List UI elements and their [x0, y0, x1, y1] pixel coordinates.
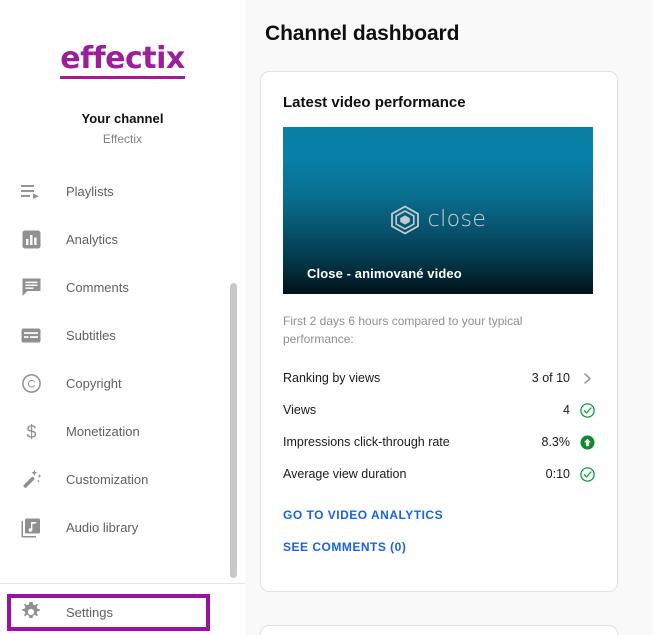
sidebar-item-settings[interactable]: Settings	[0, 589, 245, 635]
metric-label: Views	[283, 403, 317, 417]
sidebar-item-label: Subtitles	[66, 328, 116, 344]
metrics-list: Ranking by views 3 of 10 Views 4 Impress…	[283, 362, 595, 490]
close-brand-text: close	[427, 207, 487, 232]
your-channel-heading: Your channel	[81, 110, 164, 126]
playlists-icon	[18, 180, 44, 204]
metric-value: 4	[563, 403, 570, 417]
sidebar-nav: Playlists Analytics Comments Subtitles C…	[0, 168, 245, 552]
card-links: GO TO VIDEO ANALYTICS SEE COMMENTS (0)	[283, 508, 617, 554]
sidebar-item-label: Copyright	[66, 376, 122, 392]
sidebar-item-audio-library[interactable]: Audio library	[0, 504, 245, 552]
metric-row-views: Views 4	[283, 394, 595, 426]
see-comments-link[interactable]: SEE COMMENTS (0)	[283, 540, 617, 554]
sidebar-item-label: Playlists	[66, 184, 114, 200]
metric-value: 3 of 10	[531, 371, 570, 385]
sidebar-item-label: Monetization	[66, 424, 140, 440]
chevron-right-icon[interactable]	[580, 371, 595, 386]
latest-video-performance-card: Latest video performance close Close - a…	[260, 71, 618, 592]
sidebar-scrollbar-thumb[interactable]	[230, 283, 237, 578]
svg-text:C: C	[27, 379, 35, 391]
dollar-icon: $	[18, 420, 44, 444]
sidebar-item-comments[interactable]: Comments	[0, 264, 245, 312]
check-circle-outline-icon	[580, 402, 595, 418]
sidebar-item-customization[interactable]: Customization	[0, 456, 245, 504]
brand: effectix	[0, 0, 245, 79]
sidebar-item-label: Comments	[66, 280, 129, 296]
metric-value: 0:10	[545, 467, 570, 481]
magic-wand-icon	[18, 468, 44, 492]
sidebar-item-playlists[interactable]: Playlists	[0, 168, 245, 216]
sidebar-item-subtitles[interactable]: Subtitles	[0, 312, 245, 360]
go-to-video-analytics-link[interactable]: GO TO VIDEO ANALYTICS	[283, 508, 617, 522]
channel-block[interactable]: Your channel Effectix	[0, 111, 245, 146]
check-circle-outline-icon	[580, 466, 595, 482]
metric-label: Impressions click-through rate	[283, 435, 450, 449]
video-thumbnail[interactable]: close Close - animované video	[283, 127, 593, 294]
metric-label: Ranking by views	[283, 371, 381, 385]
analytics-icon	[18, 228, 44, 252]
next-card	[260, 625, 618, 635]
video-title: Close - animované video	[307, 266, 462, 281]
comments-icon	[18, 276, 44, 300]
sidebar-item-monetization[interactable]: $ Monetization	[0, 408, 245, 456]
settings-section: Settings	[0, 584, 245, 635]
sidebar-item-analytics[interactable]: Analytics	[0, 216, 245, 264]
page-title: Channel dashboard	[265, 22, 460, 45]
main-content: Channel dashboard Latest video performan…	[245, 0, 653, 635]
sidebar-item-label: Settings	[66, 604, 113, 620]
audio-library-icon	[18, 516, 44, 540]
sidebar: effectix Your channel Effectix Playlists…	[0, 0, 245, 635]
copyright-icon: C	[18, 372, 44, 396]
metric-row-ranking-by-views[interactable]: Ranking by views 3 of 10	[283, 362, 595, 394]
sidebar-item-label: Customization	[66, 472, 149, 488]
close-hexagon-icon	[390, 205, 419, 235]
metric-label: Average view duration	[283, 467, 407, 481]
close-brand-logo: close	[283, 205, 593, 235]
channel-dashboard-app: effectix Your channel Effectix Playlists…	[0, 0, 653, 635]
sidebar-scroll-area: effectix Your channel Effectix Playlists…	[0, 0, 245, 583]
svg-text:$: $	[26, 422, 36, 442]
metric-row-impressions-ctr: Impressions click-through rate 8.3%	[283, 426, 595, 458]
sidebar-item-label: Analytics	[66, 232, 119, 248]
effectix-logo[interactable]: effectix	[60, 43, 185, 79]
channel-name: Effectix	[102, 131, 143, 146]
arrow-up-circle-filled-icon	[580, 435, 595, 450]
metric-row-average-view-duration: Average view duration 0:10	[283, 458, 595, 490]
card-heading: Latest video performance	[283, 94, 466, 111]
metric-value: 8.3%	[541, 435, 571, 449]
comparison-note: First 2 days 6 hours compared to your ty…	[283, 314, 523, 346]
sidebar-scrollbar-track[interactable]	[230, 0, 241, 583]
sidebar-item-copyright[interactable]: C Copyright	[0, 360, 245, 408]
sidebar-item-label: Audio library	[66, 520, 139, 536]
gear-icon	[18, 600, 44, 624]
subtitles-icon	[18, 324, 44, 348]
